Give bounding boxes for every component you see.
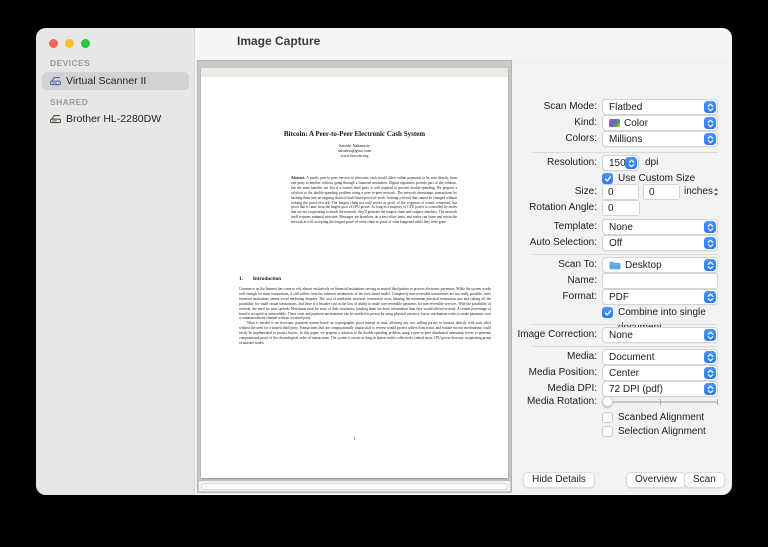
folder-icon <box>609 261 621 270</box>
size-label: Size: <box>574 186 597 197</box>
document-body: Commerce on the Internet has come to rel… <box>239 287 491 346</box>
divider <box>532 324 718 325</box>
media-rotation-label: Media Rotation: <box>526 396 597 407</box>
close-window-icon[interactable] <box>49 39 58 48</box>
chevron-updown-icon <box>704 133 716 145</box>
unit-stepper-icon[interactable] <box>713 187 719 200</box>
scan-button[interactable]: Scan <box>684 472 725 488</box>
document-page-preview[interactable]: Bitcoin: A Peer-to-Peer Electronic Cash … <box>201 68 508 478</box>
colors-label: Colors: <box>565 133 597 144</box>
shared-section-label: SHARED <box>50 97 89 107</box>
abstract-text: A purely peer-to-peer version of electro… <box>291 176 458 225</box>
size-unit-select[interactable]: inches <box>684 184 713 200</box>
template-select[interactable]: None <box>602 219 718 235</box>
chevron-updown-icon <box>704 117 716 129</box>
auto-selection-label: Auto Selection: <box>529 237 597 248</box>
media-position-select[interactable]: Center <box>602 365 718 381</box>
scrollbar-thumb[interactable] <box>201 483 508 490</box>
devices-section-label: DEVICES <box>50 58 91 68</box>
scan-preview-area[interactable]: Bitcoin: A Peer-to-Peer Electronic Cash … <box>197 60 512 493</box>
use-custom-size-checkbox[interactable] <box>602 173 613 184</box>
media-select[interactable]: Document <box>602 349 718 365</box>
chevron-updown-icon <box>704 259 716 271</box>
image-correction-label: Image Correction: <box>517 329 597 340</box>
resolution-label: Resolution: <box>546 157 597 168</box>
chevron-updown-icon <box>704 329 716 341</box>
scan-mode-select[interactable]: Flatbed <box>602 99 718 115</box>
settings-panel: Scan Mode: Flatbed Kind: Color Colors: M… <box>512 60 732 465</box>
chevron-updown-icon <box>704 367 716 379</box>
resolution-unit: dpi <box>645 157 659 168</box>
minimize-window-icon[interactable] <box>65 39 74 48</box>
sidebar-item-brother-printer[interactable]: Brother HL-2280DW <box>42 110 189 128</box>
divider <box>532 346 718 347</box>
slider-thumb[interactable] <box>602 396 613 407</box>
page-number: 1 <box>353 436 356 441</box>
name-input[interactable] <box>602 273 718 289</box>
color-photo-icon <box>609 119 620 127</box>
overview-button[interactable]: Overview <box>626 472 686 488</box>
scan-to-label: Scan To: <box>558 259 597 270</box>
chevron-updown-icon <box>704 351 716 363</box>
document-authors: Satoshi Nakamoto satoshin@gmx.com www.bi… <box>201 143 508 159</box>
divider <box>532 152 718 153</box>
intro-paragraph-1: Commerce on the Internet has come to rel… <box>239 287 491 321</box>
media-label: Media: <box>566 351 597 362</box>
combine-documents-checkbox[interactable] <box>602 307 613 318</box>
kind-label: Kind: <box>574 117 597 128</box>
scanner-bed-edge <box>201 68 508 77</box>
template-label: Template: <box>553 221 597 232</box>
scan-mode-label: Scan Mode: <box>543 101 597 112</box>
image-correction-select[interactable]: None <box>602 327 718 343</box>
rotation-angle-input[interactable] <box>602 200 640 216</box>
name-label: Name: <box>567 275 597 286</box>
intro-paragraph-2: What is needed is an electronic payment … <box>239 321 491 345</box>
hide-details-button[interactable]: Hide Details <box>523 472 595 488</box>
format-label: Format: <box>562 291 597 302</box>
scanner-icon <box>50 114 61 124</box>
divider <box>532 254 718 255</box>
selection-alignment-checkbox[interactable] <box>602 426 613 437</box>
horizontal-scrollbar[interactable] <box>199 480 510 491</box>
section-heading: 1. Introduction <box>239 276 282 282</box>
scanner-icon <box>50 76 61 86</box>
selection-alignment-label: Selection Alignment <box>618 426 706 437</box>
abstract-label: Abstract. <box>291 176 306 180</box>
chevron-updown-icon <box>704 291 716 303</box>
scanbed-alignment-label: Scanbed Alignment <box>618 412 705 423</box>
window-title: Image Capture <box>237 34 321 48</box>
kind-select[interactable]: Color <box>602 115 718 131</box>
window-controls <box>49 39 90 48</box>
sidebar-item-label: Brother HL-2280DW <box>66 113 162 125</box>
slider-tick <box>660 399 661 405</box>
sidebar-item-label: Virtual Scanner II <box>66 75 147 87</box>
scanbed-alignment-checkbox[interactable] <box>602 412 613 423</box>
size-width-input[interactable] <box>602 184 639 200</box>
document-title: Bitcoin: A Peer-to-Peer Electronic Cash … <box>283 130 426 138</box>
media-position-label: Media Position: <box>528 367 597 378</box>
rotation-angle-label: Rotation Angle: <box>529 202 597 213</box>
media-rotation-slider[interactable] <box>602 399 718 405</box>
author-website: www.bitcoin.org <box>340 152 369 158</box>
auto-selection-select[interactable]: Off <box>602 235 718 251</box>
scan-to-select[interactable]: Desktop <box>602 257 718 273</box>
zoom-window-icon[interactable] <box>81 39 90 48</box>
chevron-updown-icon <box>704 221 716 233</box>
chevron-updown-icon <box>625 157 637 169</box>
chevron-updown-icon <box>704 237 716 249</box>
colors-select[interactable]: Millions <box>602 131 718 147</box>
resolution-select[interactable]: 150 <box>602 155 639 171</box>
sidebar-item-virtual-scanner[interactable]: Virtual Scanner II <box>42 72 189 90</box>
format-select[interactable]: PDF <box>602 289 718 305</box>
image-capture-window: DEVICES Virtual Scanner II SHARED Brothe… <box>36 28 732 495</box>
chevron-updown-icon <box>704 101 716 113</box>
document-abstract: Abstract. A purely peer-to-peer version … <box>291 176 457 225</box>
title-bar: Image Capture <box>195 28 732 60</box>
slider-tick <box>717 399 718 405</box>
sidebar: DEVICES Virtual Scanner II SHARED Brothe… <box>36 28 195 495</box>
size-height-input[interactable] <box>643 184 680 200</box>
